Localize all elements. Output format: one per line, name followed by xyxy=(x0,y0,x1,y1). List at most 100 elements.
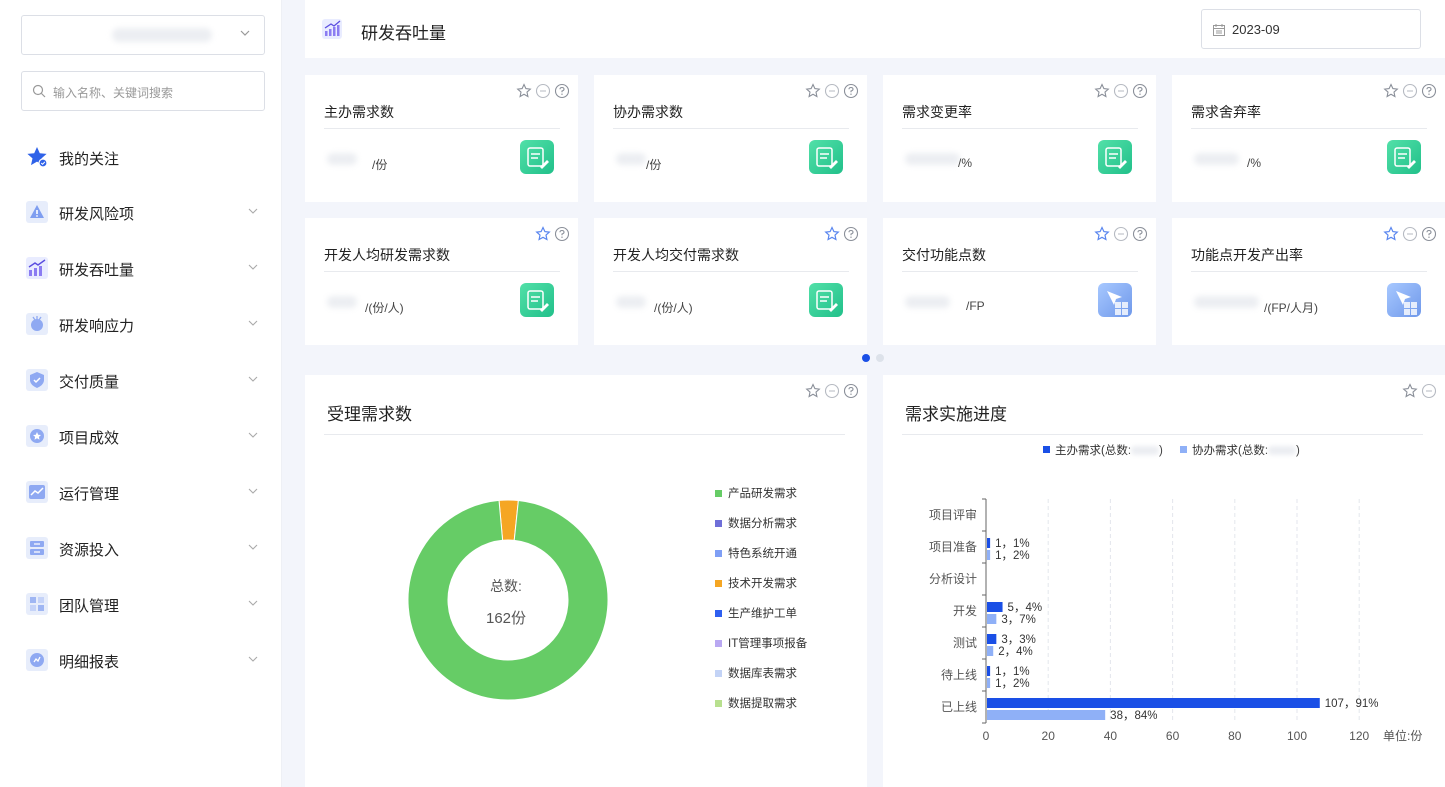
star-icon[interactable] xyxy=(516,83,532,99)
chevron-down-icon[interactable] xyxy=(246,316,260,330)
kpi-card[interactable]: 交付功能点数/FP xyxy=(883,218,1156,345)
kpi-card[interactable]: 开发人均研发需求数 /(份/人) xyxy=(305,218,578,345)
page-title: 研发吞吐量 xyxy=(361,24,446,43)
chevron-down-icon[interactable] xyxy=(246,372,260,386)
sidebar-item-0[interactable]: 我的关注 xyxy=(0,137,282,177)
share-icon[interactable] xyxy=(1113,83,1129,99)
kpi-unit: /FP xyxy=(966,299,985,313)
help-icon[interactable] xyxy=(843,83,859,99)
legend-item-secondary[interactable]: 协办需求(总数:) xyxy=(1180,442,1300,458)
share-icon[interactable] xyxy=(1421,383,1437,399)
y-category-label: 开发 xyxy=(953,603,977,618)
chevron-down-icon[interactable] xyxy=(246,540,260,554)
sidebar-item-1[interactable]: 研发风险项 xyxy=(0,192,282,232)
star-icon[interactable] xyxy=(1094,226,1110,242)
help-icon[interactable] xyxy=(554,83,570,99)
kpi-title: 需求变更率 xyxy=(902,104,972,120)
sidebar-item-label: 研发响应力 xyxy=(59,318,135,335)
sidebar-item-label: 团队管理 xyxy=(59,598,120,615)
bar-primary[interactable] xyxy=(987,538,991,548)
sidebar-item-8[interactable]: 团队管理 xyxy=(0,584,282,624)
bar-primary[interactable] xyxy=(987,602,1003,612)
share-icon[interactable] xyxy=(824,383,840,399)
share-icon[interactable] xyxy=(1402,83,1418,99)
org-select[interactable] xyxy=(21,15,265,55)
star-icon[interactable] xyxy=(805,83,821,99)
divider xyxy=(324,271,560,272)
y-category-label: 项目评审 xyxy=(929,507,977,522)
kpi-actions xyxy=(516,83,570,99)
chevron-down-icon[interactable] xyxy=(246,596,260,610)
kpi-card[interactable]: 功能点开发产出率 /(FP/人月) xyxy=(1172,218,1445,345)
kpi-card[interactable]: 主办需求数/份 xyxy=(305,75,578,202)
kpi-unit: /份 xyxy=(372,158,388,172)
kpi-card[interactable]: 协办需求数/份 xyxy=(594,75,867,202)
share-icon[interactable] xyxy=(1402,226,1418,242)
x-tick-label: 80 xyxy=(1228,729,1242,743)
help-icon[interactable] xyxy=(843,383,859,399)
month-picker[interactable]: 2023-09 xyxy=(1201,9,1421,49)
bar-primary[interactable] xyxy=(987,698,1320,708)
panel-title: 受理需求数 xyxy=(327,405,412,424)
panel-actions xyxy=(805,383,859,399)
share-icon[interactable] xyxy=(824,83,840,99)
help-icon[interactable] xyxy=(1132,226,1148,242)
star-icon[interactable] xyxy=(1402,383,1418,399)
chevron-down-icon[interactable] xyxy=(246,204,260,218)
bar-secondary[interactable] xyxy=(987,710,1106,720)
divider xyxy=(324,128,560,129)
divider xyxy=(613,271,849,272)
kpi-card[interactable]: 开发人均交付需求数 /(份/人) xyxy=(594,218,867,345)
kpi-title: 协办需求数 xyxy=(613,104,683,120)
search-input[interactable]: 输入名称、关键词搜索 xyxy=(21,71,265,111)
bar-primary[interactable] xyxy=(987,666,991,676)
bar-value-label: 1，1% xyxy=(995,666,1030,678)
divider xyxy=(1191,271,1427,272)
kpi-card[interactable]: 需求变更率 /% xyxy=(883,75,1156,202)
star-icon[interactable] xyxy=(1094,83,1110,99)
help-icon[interactable] xyxy=(554,226,570,242)
sidebar-item-4[interactable]: 交付质量 xyxy=(0,360,282,400)
sidebar-item-3[interactable]: 研发响应力 xyxy=(0,304,282,344)
bar-secondary[interactable] xyxy=(987,550,991,560)
share-icon[interactable] xyxy=(535,83,551,99)
star-icon[interactable] xyxy=(1383,226,1399,242)
carousel-dot-active[interactable] xyxy=(862,354,870,362)
chevron-down-icon[interactable] xyxy=(246,428,260,442)
chevron-down-icon[interactable] xyxy=(246,260,260,274)
sidebar-item-label: 交付质量 xyxy=(59,374,120,391)
bar-value-label: 1，2% xyxy=(995,678,1030,690)
star-icon[interactable] xyxy=(1383,83,1399,99)
chevron-down-icon xyxy=(240,30,250,36)
throughput-chart-icon xyxy=(322,19,342,39)
badge-star-icon xyxy=(25,424,49,448)
bar-primary[interactable] xyxy=(987,634,997,644)
sidebar-item-7[interactable]: 资源投入 xyxy=(0,528,282,568)
kpi-actions xyxy=(1094,226,1148,242)
help-icon[interactable] xyxy=(1421,226,1437,242)
bar-secondary[interactable] xyxy=(987,614,997,624)
help-icon[interactable] xyxy=(1132,83,1148,99)
chevron-down-icon[interactable] xyxy=(246,652,260,666)
bar-secondary[interactable] xyxy=(987,678,991,688)
star-icon[interactable] xyxy=(535,226,551,242)
trend-icon xyxy=(25,480,49,504)
star-icon[interactable] xyxy=(824,226,840,242)
sidebar-item-6[interactable]: 运行管理 xyxy=(0,472,282,512)
kpi-card[interactable]: 需求舍弃率 /% xyxy=(1172,75,1445,202)
sidebar-item-label: 我的关注 xyxy=(59,151,120,168)
chevron-down-icon[interactable] xyxy=(246,484,260,498)
legend-item-primary[interactable]: 主办需求(总数:) xyxy=(1043,442,1163,458)
star-icon[interactable] xyxy=(805,383,821,399)
sidebar-item-5[interactable]: 项目成效 xyxy=(0,416,282,456)
share-icon[interactable] xyxy=(1113,226,1129,242)
search-placeholder: 输入名称、关键词搜索 xyxy=(53,86,174,100)
bar-secondary[interactable] xyxy=(987,646,994,656)
sidebar-item-9[interactable]: 明细报表 xyxy=(0,640,282,680)
sidebar-item-2[interactable]: 研发吞吐量 xyxy=(0,248,282,288)
kpi-title: 主办需求数 xyxy=(324,104,394,120)
help-icon[interactable] xyxy=(1421,83,1437,99)
carousel-dot[interactable] xyxy=(876,354,884,362)
throughput-chart-icon xyxy=(25,256,49,280)
help-icon[interactable] xyxy=(843,226,859,242)
